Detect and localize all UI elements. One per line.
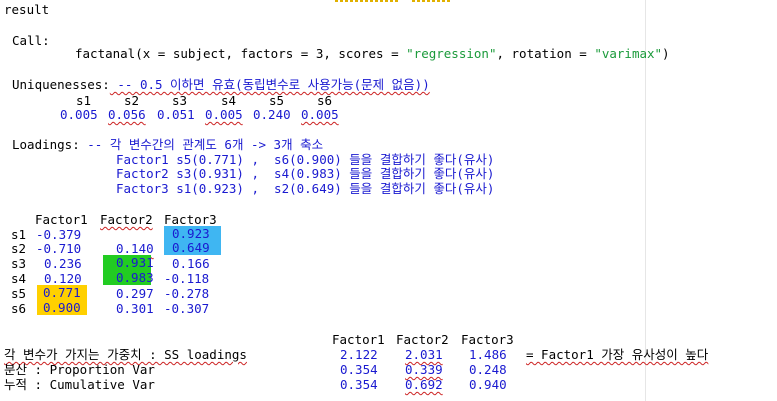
summary-value: 2.122 [340, 347, 378, 362]
uniqueness-line: Uniquenesses: -- 0.5 이하면 유효(동립변수로 사용가능(문… [12, 77, 430, 92]
loading-f1: 0.771 [37, 285, 87, 300]
loading-f3: 0.923 [164, 226, 221, 241]
uniq-var: s3 [172, 93, 188, 108]
loading-f1: 0.900 [37, 300, 87, 315]
loading-f2: 0.983 [103, 270, 154, 285]
row-name: s2 [11, 241, 27, 256]
row-name: s6 [11, 301, 27, 316]
loadings-header: Factor2 [100, 212, 153, 227]
loadings-header: Factor1 [35, 212, 88, 227]
summary-label: 각 변수가 가지는 가중치 : SS loadings [4, 347, 247, 362]
uniqueness-comment: -- 0.5 이하면 유효(동립변수로 사용가능(문제 없음)) [109, 77, 430, 92]
summary-value: 2.031 [405, 347, 443, 362]
uniq-value: 0.056 [108, 107, 146, 122]
summary-value: 0.339 [405, 362, 443, 377]
summary-value: 1.486 [469, 347, 507, 362]
call-expression: factanal(x = subject, factors = 3, score… [75, 46, 670, 61]
result-title: result [4, 2, 50, 17]
call-args-end: ) [662, 46, 670, 61]
call-args-mid: , rotation = [496, 46, 595, 61]
loadings-note: Factor2 s3(0.931) , s4(0.983) 들을 결합하기 좋다… [116, 166, 495, 181]
uniq-var: s1 [76, 93, 92, 108]
loading-f2: 0.140 [116, 241, 154, 256]
loading-f3: -0.118 [164, 271, 210, 286]
loading-f2: 0.297 [116, 286, 154, 301]
loading-f1: 0.120 [44, 271, 82, 286]
loading-f3: -0.278 [164, 286, 210, 301]
summary-label: 누적 : Cumulative Var [4, 377, 155, 392]
uniq-value: 0.240 [253, 107, 291, 122]
loading-f1: 0.236 [44, 256, 82, 271]
loading-f3: 0.649 [164, 240, 221, 255]
uniq-var: s5 [269, 93, 285, 108]
uniq-value: 0.005 [205, 107, 243, 122]
uniq-value: 0.005 [60, 107, 98, 122]
summary-value: 0.354 [340, 362, 378, 377]
loadings-header: Factor3 [164, 212, 217, 227]
loading-f2: 0.931 [103, 255, 154, 270]
loading-f1: -0.710 [36, 241, 82, 256]
loading-f2: 0.301 [116, 301, 154, 316]
uniq-var: s6 [317, 93, 333, 108]
uniq-var: s2 [124, 93, 140, 108]
loading-f3: 0.166 [172, 256, 210, 271]
uniq-var: s4 [221, 93, 237, 108]
squiggle-decoration [412, 0, 450, 2]
summary-header: Factor2 [396, 332, 449, 347]
squiggle-decoration [335, 0, 400, 2]
loading-f1: -0.379 [36, 227, 82, 242]
summary-value: 0.354 [340, 377, 378, 392]
row-name: s1 [11, 227, 27, 242]
uniq-value: 0.051 [157, 107, 195, 122]
summary-value: 0.940 [469, 377, 507, 392]
loadings-note: Factor3 s1(0.923) , s2(0.649) 들을 결합하기 좋다… [116, 181, 495, 196]
summary-label: 분산 : Proportion Var [4, 362, 155, 377]
uniqueness-label: Uniquenesses: [12, 77, 110, 92]
loading-f3: -0.307 [164, 301, 210, 316]
row-name: s3 [11, 256, 27, 271]
loadings-line: Loadings: -- 각 변수간의 관계도 6개 -> 3개 축소 [12, 137, 323, 152]
loadings-note: Factor1 s5(0.771) , s6(0.900) 들을 결합하기 좋다… [116, 152, 495, 167]
uniq-value: 0.005 [301, 107, 339, 122]
row-name: s4 [11, 271, 27, 286]
loadings-label: Loadings: [12, 137, 80, 152]
summary-note: = Factor1 가장 유사성이 높다 [526, 347, 709, 362]
summary-value: 0.248 [469, 362, 507, 377]
row-name: s5 [11, 286, 27, 301]
summary-header: Factor3 [461, 332, 514, 347]
summary-header: Factor1 [332, 332, 385, 347]
loadings-comment: -- 각 변수간의 관계도 6개 -> 3개 축소 [79, 137, 324, 152]
call-rotation-string: "varimax" [594, 46, 663, 61]
call-function: factanal [75, 46, 136, 61]
call-scores-string: "regression" [406, 46, 497, 61]
summary-value: 0.692 [405, 377, 443, 392]
call-args: (x = subject, factors = 3, scores = [135, 46, 407, 61]
call-label: Call: [12, 33, 50, 48]
